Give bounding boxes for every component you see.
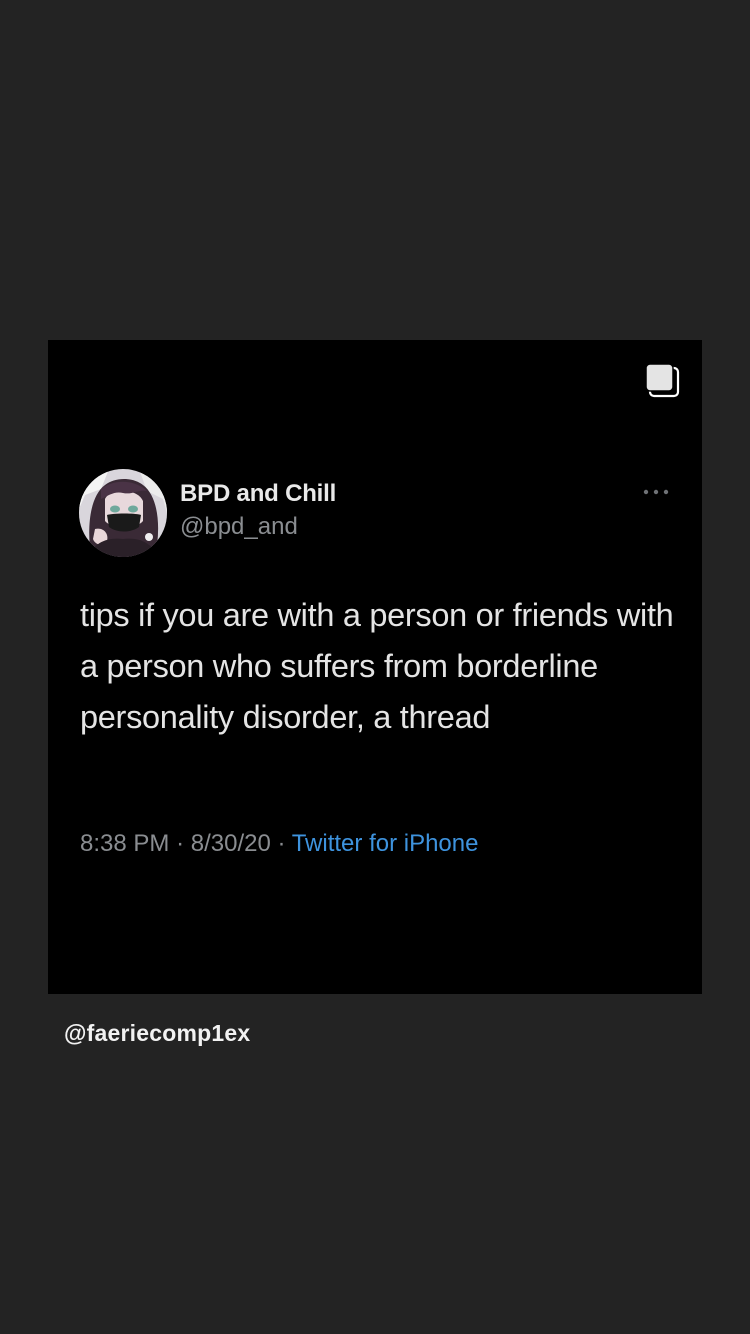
post-card[interactable]: BPD and Chill @bpd_and tips if you are w… bbox=[48, 340, 702, 994]
meta-separator: · bbox=[277, 830, 286, 857]
avatar[interactable] bbox=[79, 469, 167, 557]
tweet-meta: 8:38 PM · 8/30/20 · Twitter for iPhone bbox=[80, 830, 478, 858]
multiple-photos-icon[interactable] bbox=[645, 363, 681, 399]
user-handle[interactable]: @bpd_and bbox=[180, 513, 298, 541]
tweet-time: 8:38 PM bbox=[80, 830, 170, 857]
tweet-date: 8/30/20 bbox=[190, 830, 271, 857]
story-mention-tag[interactable]: @faeriecomp1ex bbox=[64, 1020, 250, 1047]
tweet-source-link[interactable]: Twitter for iPhone bbox=[292, 830, 479, 857]
anime-character-avatar-icon bbox=[79, 469, 167, 557]
tweet-text: tips if you are with a person or friends… bbox=[80, 597, 674, 735]
meta-separator: · bbox=[176, 830, 185, 857]
display-name[interactable]: BPD and Chill bbox=[180, 480, 336, 508]
more-options-icon[interactable] bbox=[642, 486, 670, 498]
